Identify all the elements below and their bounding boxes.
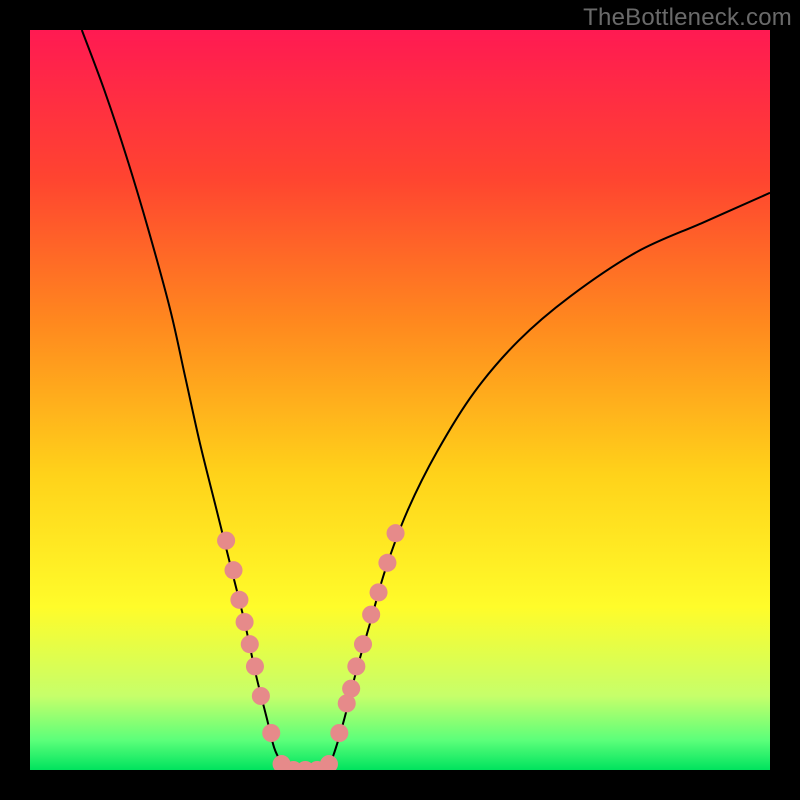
marker-dot xyxy=(347,657,365,675)
marker-dot xyxy=(236,613,254,631)
marker-dot xyxy=(342,680,360,698)
marker-dot xyxy=(354,635,372,653)
marker-dot xyxy=(387,524,405,542)
gradient-bg xyxy=(30,30,770,770)
marker-dot xyxy=(241,635,259,653)
marker-dot xyxy=(330,724,348,742)
marker-dot xyxy=(217,532,235,550)
outer-frame: TheBottleneck.com xyxy=(0,0,800,800)
bottleneck-chart xyxy=(30,30,770,770)
watermark-text: TheBottleneck.com xyxy=(583,4,792,32)
marker-dot xyxy=(224,561,242,579)
marker-dot xyxy=(370,583,388,601)
marker-dot xyxy=(246,657,264,675)
marker-dot xyxy=(262,724,280,742)
marker-dot xyxy=(230,591,248,609)
marker-dot xyxy=(252,687,270,705)
marker-dot xyxy=(362,606,380,624)
marker-dot xyxy=(378,554,396,572)
